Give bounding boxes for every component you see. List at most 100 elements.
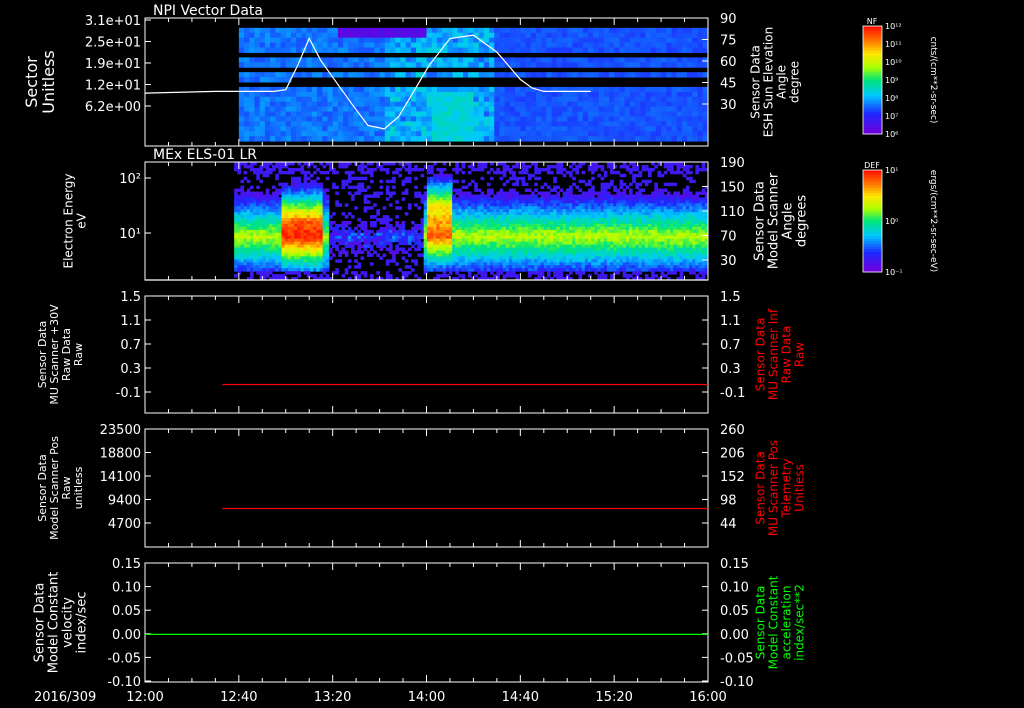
- spectrogram-cell: [430, 191, 434, 195]
- spectrogram-cell: [644, 226, 649, 231]
- spectrogram-cell: [622, 194, 627, 198]
- spectrogram-cell: [508, 235, 513, 240]
- spectrogram-cell: [701, 191, 706, 195]
- spectrogram-cell: [588, 42, 594, 49]
- spectrogram-cell: [316, 235, 320, 240]
- spectrogram-cell: [461, 164, 466, 169]
- spectrogram-cell: [582, 116, 589, 122]
- spectrogram-cell: [588, 126, 594, 132]
- spectrogram-cell: [512, 209, 516, 213]
- spectrogram-cell: [439, 223, 444, 228]
- spectrogram-cell: [281, 170, 286, 175]
- spectrogram-cell: [400, 57, 407, 63]
- spectrogram-cell: [613, 203, 617, 207]
- spectrogram-cell: [663, 218, 668, 222]
- spectrogram-cell: [461, 221, 466, 225]
- spectrogram-cell: [316, 185, 320, 190]
- spectrogram-cell: [237, 209, 241, 213]
- spectrogram-cell: [632, 223, 636, 228]
- spectrogram-cell: [515, 121, 521, 127]
- spectrogram-cell: [462, 62, 469, 68]
- spectrogram-cell: [433, 179, 437, 184]
- spectrogram-cell: [467, 218, 472, 222]
- spectrogram-cell: [351, 176, 355, 181]
- spectrogram-cell: [657, 206, 662, 210]
- spectrogram-cell: [445, 203, 450, 207]
- spectrogram-cell: [436, 72, 443, 78]
- spectrogram-cell: [278, 164, 283, 169]
- spectrogram-cell: [328, 164, 333, 169]
- spectrogram-cell: [473, 72, 480, 78]
- spectrogram-cell: [635, 226, 640, 231]
- spectrogram-cell: [661, 136, 667, 142]
- spectrogram-cell: [238, 47, 245, 53]
- spectrogram-cell: [240, 244, 245, 249]
- spectrogram-cell: [692, 47, 699, 53]
- spectrogram-cell: [400, 32, 407, 39]
- spectrogram-cell: [660, 197, 665, 201]
- spectrogram-cell: [253, 244, 257, 249]
- spectrogram-cell: [347, 162, 352, 166]
- spectrogram-cell: [445, 188, 450, 192]
- spectrogram-cell: [584, 232, 589, 237]
- spectrogram-cell: [663, 203, 668, 207]
- spectrogram-cell: [306, 218, 311, 222]
- spectrogram-cell: [433, 162, 437, 166]
- spectrogram-cell: [543, 167, 548, 172]
- spectrogram-cell: [603, 203, 608, 207]
- spectrogram-cell: [400, 86, 407, 93]
- spectrogram-cell: [447, 101, 454, 108]
- spectrogram-cell: [297, 226, 301, 231]
- spectrogram-cell: [635, 42, 641, 49]
- spectrogram-cell: [264, 101, 271, 108]
- spectrogram-cell: [281, 200, 286, 204]
- spectrogram-cell: [584, 200, 589, 204]
- spectrogram-cell: [676, 116, 683, 122]
- spectrogram-cell: [442, 200, 447, 204]
- spectrogram-cell: [354, 232, 358, 237]
- spectrogram-cell: [303, 200, 308, 204]
- spectrogram-cell: [272, 218, 276, 222]
- y-tick-label: 2.5e+01: [85, 36, 141, 51]
- spectrogram-cell: [474, 244, 478, 249]
- spectrogram-cell: [490, 215, 494, 219]
- spectrogram-cell: [578, 212, 583, 216]
- spectrogram-cell: [546, 200, 551, 204]
- spectrogram-cell: [332, 27, 339, 34]
- spectrogram-cell: [357, 235, 362, 240]
- spectrogram-cell: [467, 215, 472, 219]
- spectrogram-cell: [284, 232, 289, 237]
- spectrogram-cell: [259, 241, 264, 246]
- spectrogram-cell: [416, 42, 422, 49]
- spectrogram-cell: [234, 212, 238, 216]
- spectrogram-cell: [641, 221, 646, 225]
- spectrogram-cell: [575, 167, 579, 172]
- spectrogram-cell: [374, 37, 381, 44]
- spectrogram-cell: [673, 197, 677, 201]
- spectrogram-cell: [483, 212, 488, 216]
- spectrogram-cell: [436, 215, 440, 219]
- spectrogram-cell: [275, 111, 282, 117]
- spectrogram-cell: [490, 241, 494, 246]
- spectrogram-cell: [629, 238, 633, 243]
- spectrogram-cell: [468, 72, 474, 78]
- spectrogram-cell: [369, 167, 374, 172]
- spectrogram-cell: [452, 235, 456, 240]
- spectrogram-cell: [291, 232, 295, 237]
- spectrogram-cell: [353, 91, 360, 98]
- spectrogram-cell: [504, 37, 511, 44]
- spectrogram-cell: [433, 212, 437, 216]
- spectrogram-cell: [401, 226, 406, 231]
- spectrogram-cell: [234, 209, 238, 213]
- spectrogram-cell: [458, 229, 463, 234]
- spectrogram-cell: [423, 218, 428, 222]
- spectrogram-cell: [285, 91, 292, 98]
- spectrogram-cell: [464, 215, 469, 219]
- spectrogram-cell: [467, 229, 472, 234]
- spectrogram-cell: [243, 221, 248, 225]
- spectrogram-cell: [400, 72, 407, 78]
- spectrogram-cell: [572, 176, 576, 181]
- spectrogram-cell: [619, 57, 626, 63]
- spectrogram-cell: [284, 229, 289, 234]
- spectrogram-cell: [644, 167, 649, 172]
